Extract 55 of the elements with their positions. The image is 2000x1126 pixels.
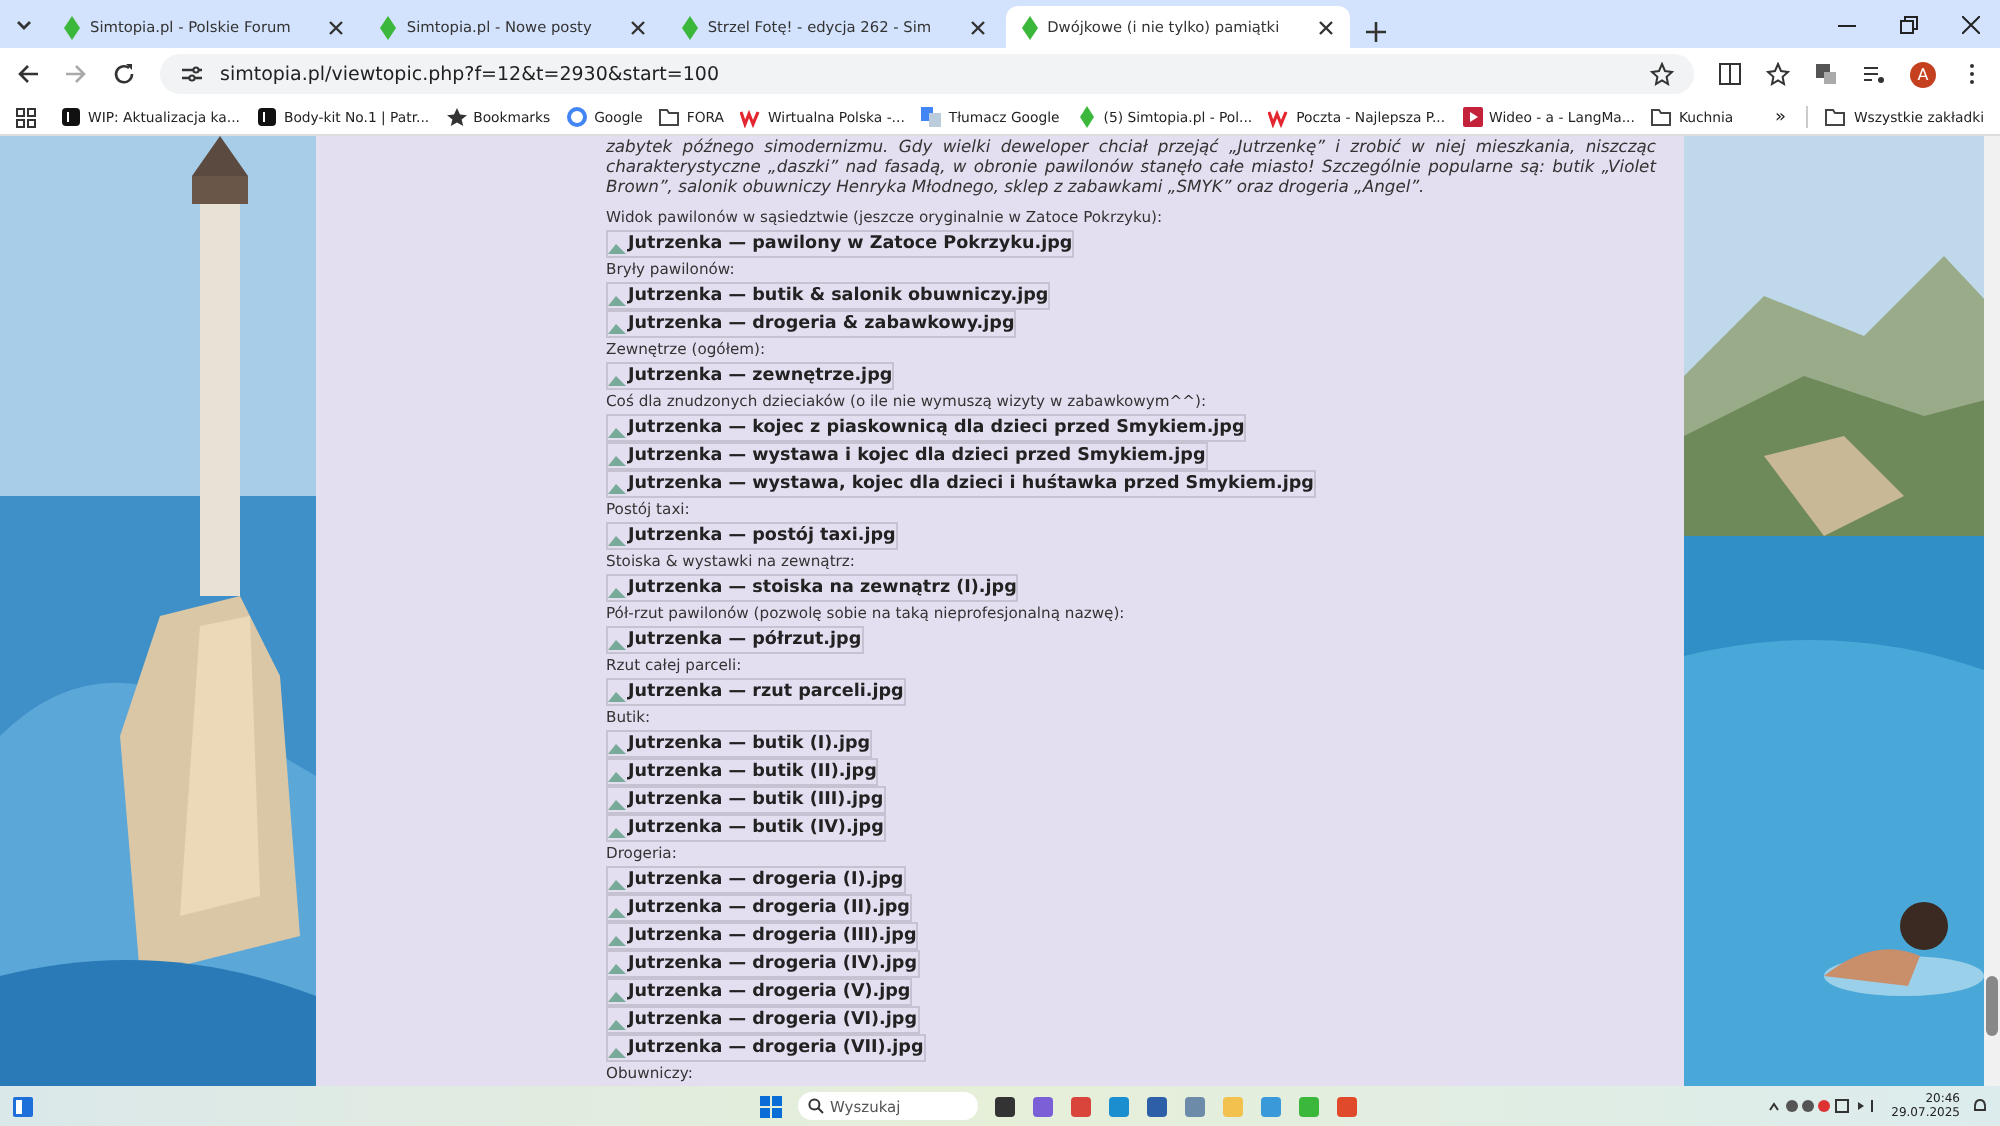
close-icon[interactable] (1317, 19, 1334, 35)
broken-image-link[interactable]: Jutrzenka — drogeria (II).jpg (606, 894, 912, 922)
url-text: simtopia.pl/viewtopic.php?f=12&t=2930&start=100 (220, 63, 722, 85)
broken-image-link[interactable]: Jutrzenka — drogeria (III).jpg (606, 922, 919, 950)
restore-icon[interactable] (1900, 16, 1918, 34)
close-icon[interactable] (328, 19, 345, 35)
reload-icon[interactable] (112, 62, 136, 86)
translate-icon[interactable] (1814, 62, 1838, 86)
star-icon (445, 106, 468, 128)
video-icon (1461, 106, 1484, 128)
broken-image-link[interactable]: Jutrzenka — drogeria (I).jpg (606, 866, 906, 894)
apps-icon[interactable] (16, 107, 36, 127)
page-icon (60, 106, 82, 128)
scrollbar-thumb[interactable] (1986, 976, 1998, 1036)
start-icon[interactable] (760, 1095, 782, 1117)
media-icon[interactable] (1862, 62, 1886, 86)
site-settings-icon[interactable] (180, 62, 204, 86)
broken-image-link[interactable]: Jutrzenka — półrzut.jpg (606, 626, 864, 654)
broken-image-link[interactable]: Jutrzenka — drogeria & zabawkowy.jpg (606, 310, 1017, 338)
broken-image-link[interactable]: Jutrzenka — drogeria (VI).jpg (606, 1006, 920, 1034)
extensions-star-icon[interactable] (1766, 62, 1790, 86)
broken-image-link[interactable]: Jutrzenka — butik & salonik obuwniczy.jpg (606, 282, 1051, 310)
broken-image-link[interactable]: Jutrzenka — wystawa i kojec dla dzieci przed Smykiem.jpg (606, 442, 1208, 470)
broken-image-link[interactable]: Jutrzenka — drogeria (VII).jpg (606, 1034, 926, 1062)
broken-image-link[interactable]: Jutrzenka — butik (I).jpg (606, 730, 873, 758)
broken-image-link[interactable]: Jutrzenka — rzut parceli.jpg (606, 678, 906, 706)
translate-icon (920, 106, 943, 128)
search-icon (808, 1098, 824, 1114)
address-bar[interactable]: simtopia.pl/viewtopic.php?f=12&t=2930&start=100 (160, 54, 1694, 94)
close-icon[interactable] (1962, 16, 1980, 34)
reading-list-icon[interactable] (1718, 62, 1742, 86)
notifications-icon[interactable] (1972, 1098, 1988, 1114)
broken-image-link[interactable]: Jutrzenka — zewnętrze.jpg (606, 362, 895, 390)
broken-image-link[interactable]: Jutrzenka — wystawa, kojec dla dzieci i huśtawka przed Smykiem.jpg (606, 470, 1316, 498)
more-bookmarks-button[interactable]: » (1774, 107, 1786, 127)
back-icon[interactable] (16, 62, 40, 86)
broken-image-link[interactable]: Jutrzenka — drogeria (IV).jpg (606, 950, 920, 978)
widgets-icon[interactable] (12, 1095, 34, 1117)
post-paragraph: zabytek późnego simodernizmu. Gdy wielki deweloper chciał przejąć „Jutrzenkę” i zrobić w niej mieszkania, niszcząc charakterystyczne „daszki” nad fasadą, w obronie pawilonów stanęło całe miasto! Szczególnie popularne są: butik „Violet Brown”, salonik obuwniczy Henryka Młodnego, sklep z zabawkami „SMYK” oraz drogeria „Angel”. (606, 136, 1656, 196)
close-icon[interactable] (629, 19, 646, 35)
broken-image-link[interactable]: Jutrzenka — drogeria (V).jpg (606, 978, 913, 1006)
broken-image-link[interactable]: Jutrzenka — kojec z piaskownicą dla dzieci przed Smykiem.jpg (606, 414, 1247, 442)
page-icon (255, 106, 278, 128)
broken-image-link[interactable]: Jutrzenka — butik (IV).jpg (606, 814, 886, 842)
bookmark-star-icon[interactable] (1650, 62, 1674, 86)
close-icon[interactable] (969, 19, 986, 35)
wp-logo-icon (1268, 106, 1291, 128)
broken-image-link[interactable]: Jutrzenka — butik (III).jpg (606, 786, 886, 814)
broken-image-link[interactable]: Jutrzenka — pawilony w Zatoce Pokrzyku.jpg (606, 230, 1075, 258)
broken-image-link[interactable]: Jutrzenka — butik (II).jpg (606, 758, 879, 786)
new-tab-icon[interactable] (1365, 22, 1386, 42)
wp-logo-icon (740, 106, 763, 128)
broken-image-link[interactable]: Jutrzenka — postój taxi.jpg (606, 522, 898, 550)
broken-image-link[interactable]: Jutrzenka — stoiska na zewnątrz (I).jpg (606, 574, 1019, 602)
profile-avatar[interactable]: A (1910, 61, 1936, 87)
